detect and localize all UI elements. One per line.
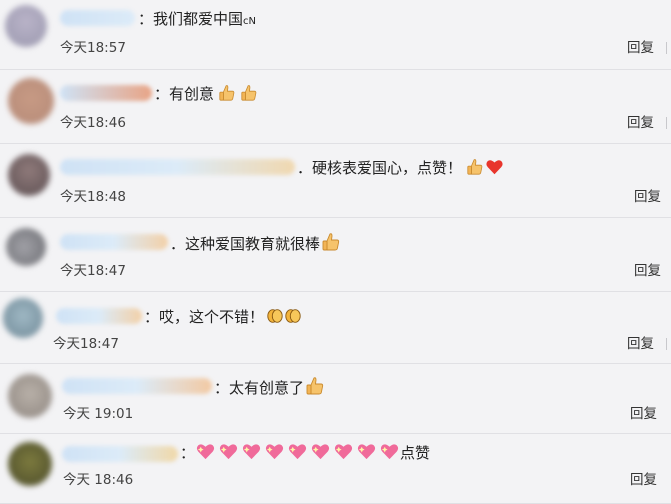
sparkling-heart-icon [333,442,354,461]
comment-suffix: 点赞 [400,444,431,462]
avatar[interactable] [6,228,46,266]
comment-text: ：有创意 [154,83,258,105]
comment-item: ．这种爱国教育就很棒 今天18:47 回复 [0,218,671,292]
reply-button[interactable]: 回复 [634,188,661,206]
reply-button[interactable]: 回复 [627,114,654,132]
timestamp: 今天18:47 [60,263,126,279]
thumbs-up-icon [321,232,341,252]
username[interactable] [62,378,212,394]
username[interactable] [60,10,135,26]
username[interactable] [62,446,178,462]
comment-item: ：我们都爱中国cN 今天18:57 回复 [0,0,671,70]
comment-text: ：哎，这个不错！ [144,306,302,328]
thumbs-up-icon [218,84,236,102]
comment-text: ．这种爱国教育就很棒 [170,232,341,255]
sparkling-heart-icon [310,442,331,461]
reply-separator [666,42,667,54]
timestamp: 今天18:48 [60,189,126,205]
sparkling-heart-icon [241,442,262,461]
timestamp: 今天18:47 [53,336,119,352]
comment-body: ．硬核表爱国心，点赞！ [297,159,463,177]
timestamp: 今天18:57 [60,40,126,56]
comment-body: ．这种爱国教育就很棒 [170,235,321,253]
comment-body: ：太有创意了 [214,379,305,397]
reply-button[interactable]: 回复 [630,471,657,489]
comment-body: ： [180,444,196,462]
reply-button[interactable]: 回复 [634,262,661,280]
avatar[interactable] [8,78,54,124]
sparkling-heart-icon [218,442,239,461]
avatar[interactable] [5,5,47,47]
thumbs-up-icon [466,158,484,176]
comment-suffix: cN [243,16,256,27]
username[interactable] [56,308,142,324]
sparkling-heart-icon [195,442,216,461]
comment-text: ．硬核表爱国心，点赞！ [297,157,504,179]
timestamp: 今天 18:46 [63,472,134,488]
username[interactable] [60,159,295,175]
clapping-hands-icon [284,307,302,325]
comment-text: ：太有创意了 [214,376,325,399]
avatar[interactable] [8,154,50,196]
comment-text: ：我们都爱中国cN [138,8,256,33]
reply-button[interactable]: 回复 [630,405,657,423]
comment-item: ．硬核表爱国心，点赞！ 今天18:48 回复 [0,144,671,218]
timestamp: 今天 19:01 [63,406,134,422]
avatar[interactable] [8,374,52,418]
comment-text: ： 点赞 [180,442,430,464]
timestamp: 今天18:46 [60,115,126,131]
red-heart-icon [485,158,504,176]
comment-item: ：太有创意了 今天 19:01 回复 [0,364,671,434]
avatar[interactable] [8,442,52,486]
thumbs-up-icon [240,84,258,102]
comment-item: ：哎，这个不错！ 今天18:47 回复 [0,292,671,364]
thumbs-up-icon [305,376,325,396]
username[interactable] [60,234,168,250]
reply-separator [666,117,667,129]
comment-list: ：我们都爱中国cN 今天18:57 回复 ：有创意 今天18:46 回复 ．硬核… [0,0,671,504]
reply-button[interactable]: 回复 [627,39,654,57]
comment-body: ：有创意 [154,85,215,103]
comment-item: ：有创意 今天18:46 回复 [0,70,671,144]
comment-item: ： 点赞 今天 18:46 回复 [0,434,671,504]
username[interactable] [60,85,152,101]
sparkling-heart-icon [356,442,377,461]
sparkling-heart-icon [287,442,308,461]
comment-body: ：哎，这个不错！ [144,308,265,326]
avatar[interactable] [3,298,43,338]
sparkling-heart-icon [379,442,400,461]
clapping-hands-icon [266,307,284,325]
reply-separator [666,338,667,350]
comment-body: ：我们都爱中国 [138,10,244,28]
sparkling-heart-icon [264,442,285,461]
reply-button[interactable]: 回复 [627,335,654,353]
